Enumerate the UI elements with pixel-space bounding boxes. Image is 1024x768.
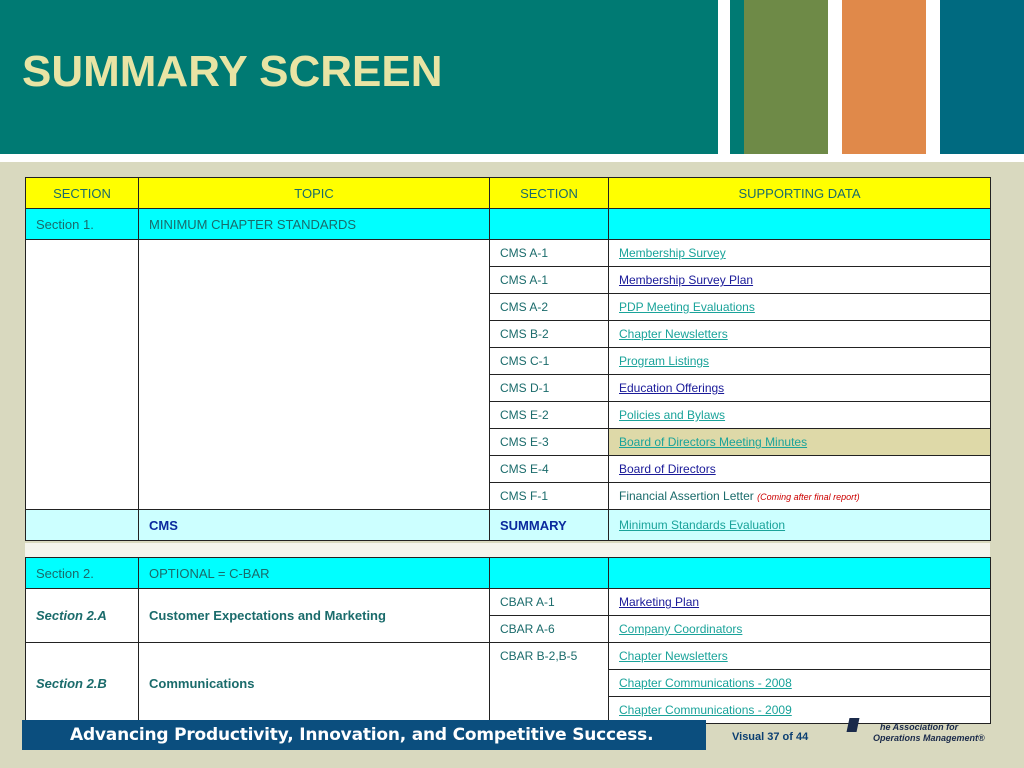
- empty-cell: [608, 208, 991, 240]
- summary-topic: CMS: [138, 509, 490, 541]
- cbar-code: CBAR A-1: [489, 588, 609, 616]
- table-gap: [25, 543, 990, 557]
- cms-code: CMS A-2: [489, 293, 609, 321]
- empty-cell: [489, 208, 609, 240]
- cms-code: CMS A-1: [489, 266, 609, 294]
- header-supporting-data: SUPPORTING DATA: [608, 177, 991, 209]
- empty-cell: [608, 557, 991, 589]
- section2-row: Section 2. OPTIONAL = C-BAR: [25, 557, 991, 589]
- supporting-data-link[interactable]: Policies and Bylaws: [619, 408, 725, 422]
- coming-soon-note: (Coming after final report): [757, 492, 860, 502]
- section2-topic: OPTIONAL = C-BAR: [138, 557, 490, 589]
- supporting-data-link[interactable]: Membership Survey: [619, 246, 726, 260]
- table-row: CMS A-1 Membership Survey: [25, 239, 991, 510]
- table-row: Section 2.B Communications CBAR B-2,B-5 …: [25, 642, 991, 724]
- slide-number: Visual 37 of 44: [732, 731, 809, 743]
- supporting-data-link[interactable]: Chapter Communications - 2009: [619, 703, 792, 717]
- section2a-label: Section 2.A: [25, 588, 139, 643]
- section2b-label: Section 2.B: [25, 642, 139, 724]
- decor-bar-white: [718, 0, 730, 154]
- cms-code: CMS D-1: [489, 374, 609, 402]
- summary-row: CMS SUMMARY Minimum Standards Evaluation: [25, 509, 991, 541]
- decor-bar-white: [926, 0, 940, 154]
- section1-topic: MINIMUM CHAPTER STANDARDS: [138, 208, 490, 240]
- logo-mark-icon: [846, 718, 860, 732]
- supporting-data-link[interactable]: Marketing Plan: [619, 595, 699, 609]
- cbar-code: CBAR A-6: [489, 615, 609, 643]
- footer-tagline: Advancing Productivity, Innovation, and …: [70, 725, 654, 745]
- decor-bar-blue: [940, 0, 1024, 154]
- empty-cell: [138, 239, 490, 510]
- table-header-row: SECTION TOPIC SECTION SUPPORTING DATA: [25, 177, 991, 209]
- header-topic: TOPIC: [138, 177, 490, 209]
- header-section-code: SECTION: [489, 177, 609, 209]
- section1-row: Section 1. MINIMUM CHAPTER STANDARDS: [25, 208, 991, 240]
- table-row: Section 2.A Customer Expectations and Ma…: [25, 588, 991, 643]
- cbar-code: CBAR B-2,B-5: [489, 642, 609, 724]
- supporting-data-link[interactable]: PDP Meeting Evaluations: [619, 300, 755, 314]
- decor-bar-white: [828, 0, 842, 154]
- supporting-data-text: Financial Assertion Letter: [619, 489, 754, 503]
- decor-bar-orange: [842, 0, 926, 154]
- section1-label: Section 1.: [25, 208, 139, 240]
- header-section: SECTION: [25, 177, 139, 209]
- cms-code: CMS F-1: [489, 482, 609, 510]
- header-separator: [0, 154, 1024, 162]
- cms-code: CMS E-3: [489, 428, 609, 456]
- supporting-data-link[interactable]: Membership Survey Plan: [619, 273, 753, 287]
- decor-bar-green: [744, 0, 828, 154]
- cms-code: CMS E-2: [489, 401, 609, 429]
- summary-table-section1: SECTION TOPIC SECTION SUPPORTING DATA Se…: [25, 177, 991, 541]
- empty-cell: [25, 239, 139, 510]
- supporting-data-link[interactable]: Board of Directors Meeting Minutes: [619, 435, 807, 449]
- summary-table-section2: Section 2. OPTIONAL = C-BAR Section 2.A …: [25, 557, 991, 724]
- section2a-topic: Customer Expectations and Marketing: [138, 588, 490, 643]
- page-title: SUMMARY SCREEN: [22, 47, 443, 96]
- supporting-data-link[interactable]: Board of Directors: [619, 462, 716, 476]
- supporting-data-link[interactable]: Education Offerings: [619, 381, 724, 395]
- supporting-data-link[interactable]: Chapter Newsletters: [619, 327, 728, 341]
- supporting-data-link[interactable]: Chapter Newsletters: [619, 649, 728, 663]
- logo-text-line2: Operations Management®: [873, 733, 985, 743]
- cms-code: CMS E-4: [489, 455, 609, 483]
- logo-text-line1: he Association for: [880, 722, 959, 732]
- summary-label: SUMMARY: [489, 509, 609, 541]
- supporting-data-link[interactable]: Company Coordinators: [619, 622, 742, 636]
- section2b-topic: Communications: [138, 642, 490, 724]
- empty-cell: [489, 557, 609, 589]
- section2-label: Section 2.: [25, 557, 139, 589]
- supporting-data-link[interactable]: Chapter Communications - 2008: [619, 676, 792, 690]
- cms-code: CMS A-1: [489, 239, 609, 267]
- empty-cell: [25, 509, 139, 541]
- supporting-data-link[interactable]: Program Listings: [619, 354, 709, 368]
- supporting-data-link[interactable]: Minimum Standards Evaluation: [619, 518, 785, 532]
- cms-code: CMS C-1: [489, 347, 609, 375]
- cms-code: CMS B-2: [489, 320, 609, 348]
